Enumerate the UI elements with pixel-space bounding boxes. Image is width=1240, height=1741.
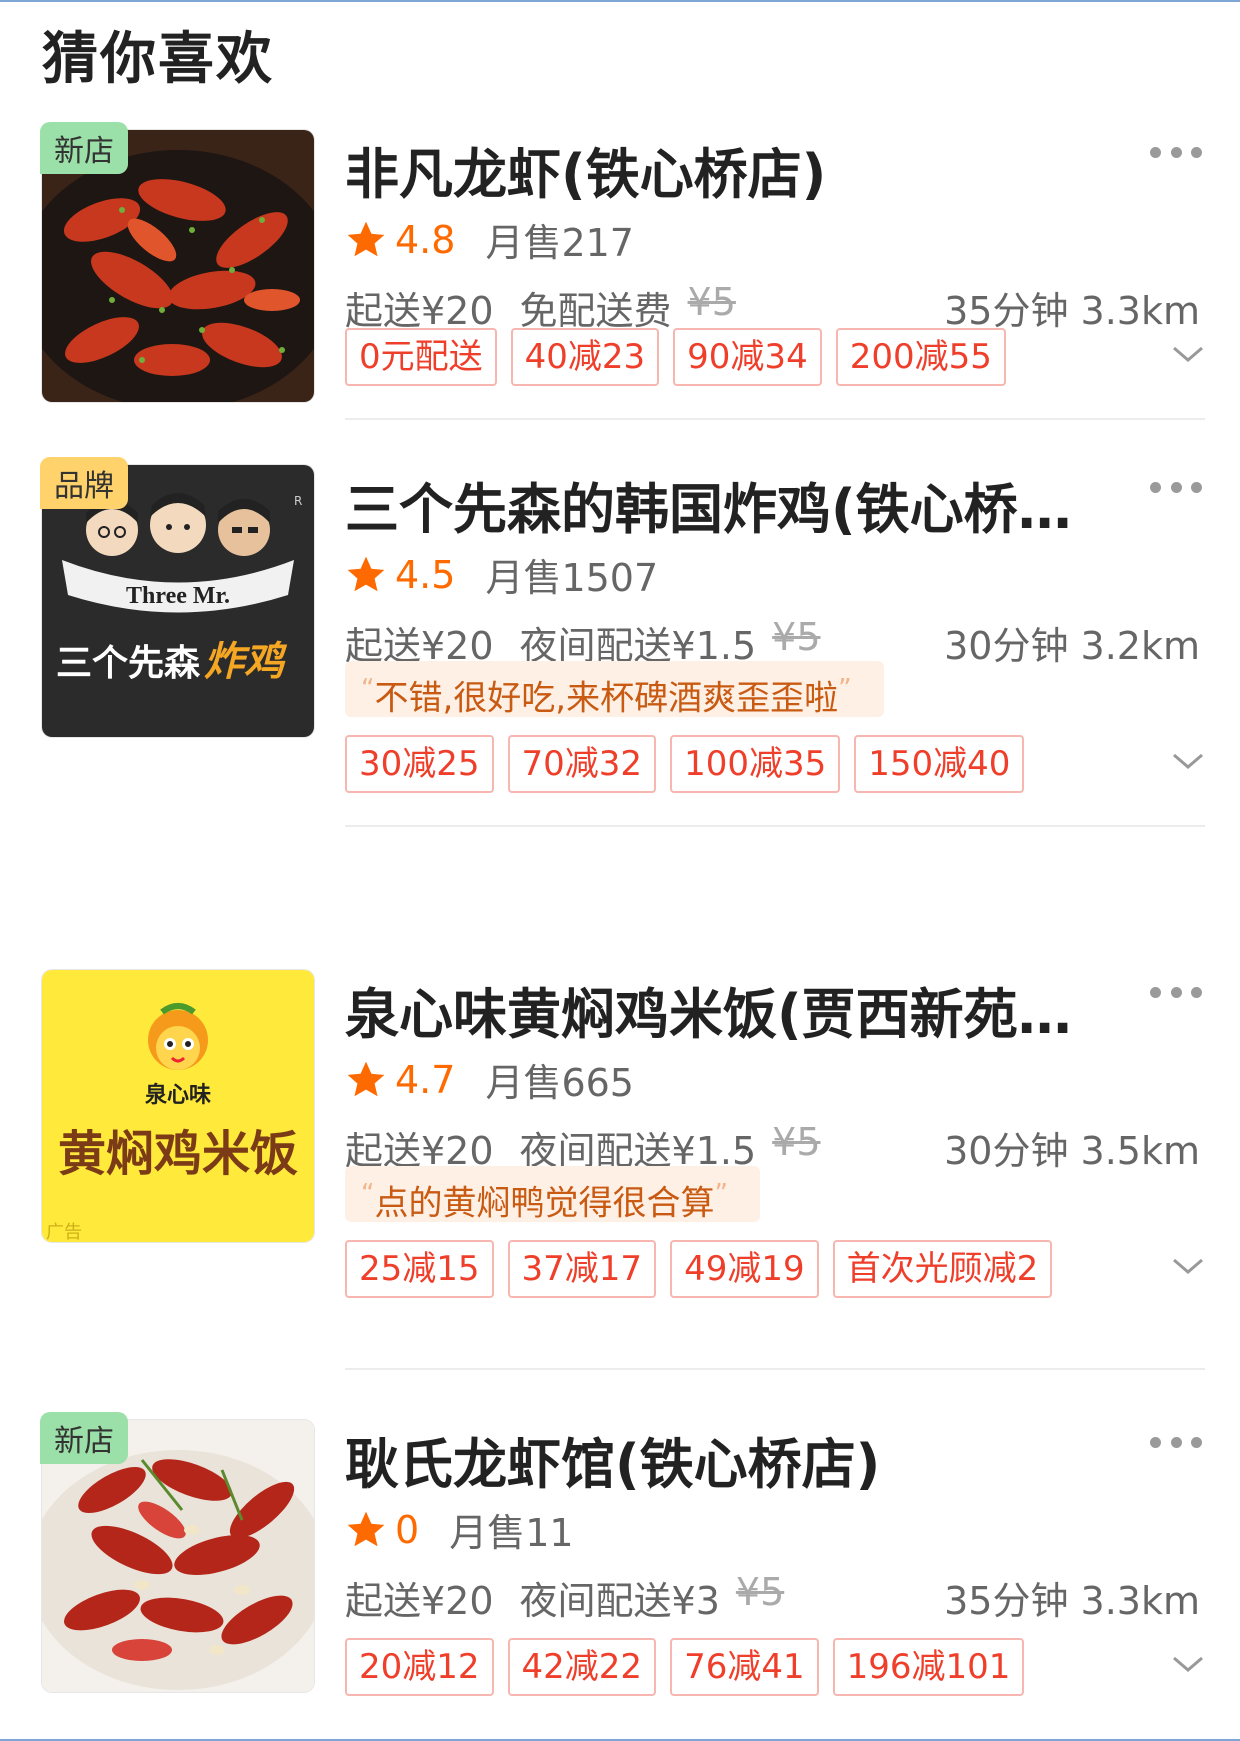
promo-tag: 76减41: [670, 1638, 819, 1696]
delivery-info: 起送¥20 夜间配送¥3 ¥5: [345, 1570, 784, 1625]
original-delivery-fee: ¥5: [735, 1570, 785, 1614]
store-name[interactable]: 非凡龙虾(铁心桥店): [345, 130, 1105, 209]
promo-tags: 25减15 37减17 49减19 首次光顾减2: [345, 1240, 1053, 1298]
store-logo[interactable]: 泉心味 黄焖鸡米饭: [42, 970, 314, 1242]
monthly-sales: 月售1507: [485, 556, 659, 600]
promo-tag: 首次光顾减2: [832, 1240, 1053, 1298]
original-delivery-fee: ¥5: [687, 280, 736, 324]
promo-tag: 40减23: [510, 328, 660, 386]
promo-tags: 0元配送 40减23 90减34 200减55: [345, 328, 1006, 386]
divider: [345, 418, 1205, 420]
review-text: 不错,很好吃,来杯碑酒爽歪歪啦: [374, 678, 839, 719]
min-order: 起送¥20: [345, 289, 494, 333]
more-icon[interactable]: [1150, 982, 1202, 1002]
delivery-fee: 免配送费: [519, 289, 672, 333]
section-title: 猜你喜欢: [42, 27, 274, 92]
promo-tag: 70减32: [507, 735, 657, 793]
store-name[interactable]: 三个先森的韩国炸鸡(铁心桥…: [345, 465, 1105, 544]
promo-tag: 200减55: [835, 328, 1006, 386]
delivery-info: 起送¥20 免配送费 ¥5: [345, 280, 736, 335]
monthly-sales: 月售217: [485, 221, 634, 265]
monthly-sales: 月售665: [485, 1061, 634, 1105]
ad-label: 广告: [46, 1222, 82, 1243]
promo-tag: 90减34: [673, 328, 822, 386]
divider: [345, 1368, 1205, 1370]
logo-cn-highlight: 炸鸡: [204, 639, 288, 685]
logo-en-text: Three Mr.: [126, 583, 230, 609]
more-icon[interactable]: [1150, 477, 1202, 497]
rating-score: 0: [395, 1507, 420, 1552]
more-icon[interactable]: [1150, 1432, 1202, 1452]
rating-row: 4.5 月售1507: [345, 547, 658, 602]
delivery-fee: 夜间配送¥3: [519, 1579, 720, 1623]
promo-tag: 25减15: [345, 1240, 494, 1298]
chevron-down-icon[interactable]: [1170, 342, 1206, 366]
time-distance: 30分钟 3.5km: [944, 1129, 1200, 1173]
brand-badge: 品牌: [40, 457, 128, 509]
promo-tags: 20减12 42减22 76减41 196减101: [345, 1638, 1025, 1696]
promo-tag: 30减25: [345, 735, 494, 793]
original-delivery-fee: ¥5: [772, 1120, 821, 1164]
review-text: 点的黄焖鸭觉得很合算: [374, 1183, 715, 1224]
store-name[interactable]: 耿氏龙虾馆(铁心桥店): [345, 1420, 1105, 1499]
logo-brand-text: 泉心味: [145, 1082, 211, 1108]
monthly-sales: 月售11: [449, 1511, 574, 1555]
review-snippet[interactable]: “不错,很好吃,来杯碑酒爽歪歪啦”: [345, 661, 884, 719]
more-icon[interactable]: [1150, 142, 1202, 162]
promo-tag: 20减12: [345, 1638, 494, 1696]
promo-tags: 30减25 70减32 100减35 150减40: [345, 735, 1025, 793]
new-store-badge: 新店: [40, 122, 128, 174]
store-name[interactable]: 泉心味黄焖鸡米饭(贾西新苑…: [345, 970, 1105, 1049]
time-distance: 35分钟 3.3km: [944, 289, 1200, 333]
star-icon: [347, 1511, 385, 1546]
time-distance: 30分钟 3.2km: [944, 624, 1200, 668]
rating-score: 4.7: [395, 1057, 456, 1102]
promo-tag: 37减17: [507, 1240, 657, 1298]
new-store-badge: 新店: [40, 1412, 128, 1464]
time-distance: 35分钟 3.3km: [944, 1579, 1200, 1623]
star-icon: [347, 1061, 385, 1096]
trademark-mark: R: [294, 494, 302, 508]
rating-row: 4.7 月售665: [345, 1052, 634, 1107]
top-border: [0, 0, 1240, 2]
rating-row: 4.8 月售217: [345, 212, 634, 267]
promo-tag: 100减35: [670, 735, 841, 793]
rating-score: 4.5: [395, 552, 456, 597]
promo-tag: 49减19: [670, 1240, 819, 1298]
rating-row: 0 月售11: [345, 1502, 574, 1557]
star-icon: [347, 556, 385, 591]
rating-score: 4.8: [395, 217, 456, 262]
promo-tag: 0元配送: [345, 328, 497, 386]
min-order: 起送¥20: [345, 1579, 494, 1623]
promo-tag: 196减101: [832, 1638, 1025, 1696]
star-icon: [347, 221, 385, 256]
logo-cn-text: 三个先森: [56, 643, 201, 684]
chevron-down-icon[interactable]: [1170, 1652, 1206, 1676]
chevron-down-icon[interactable]: [1170, 749, 1206, 773]
chevron-down-icon[interactable]: [1170, 1254, 1206, 1278]
divider: [345, 825, 1205, 827]
logo-dish-text: 黄焖鸡米饭: [58, 1126, 298, 1182]
review-snippet[interactable]: “点的黄焖鸭觉得很合算”: [345, 1166, 760, 1224]
promo-tag: 150减40: [854, 735, 1025, 793]
promo-tag: 42减22: [507, 1638, 657, 1696]
